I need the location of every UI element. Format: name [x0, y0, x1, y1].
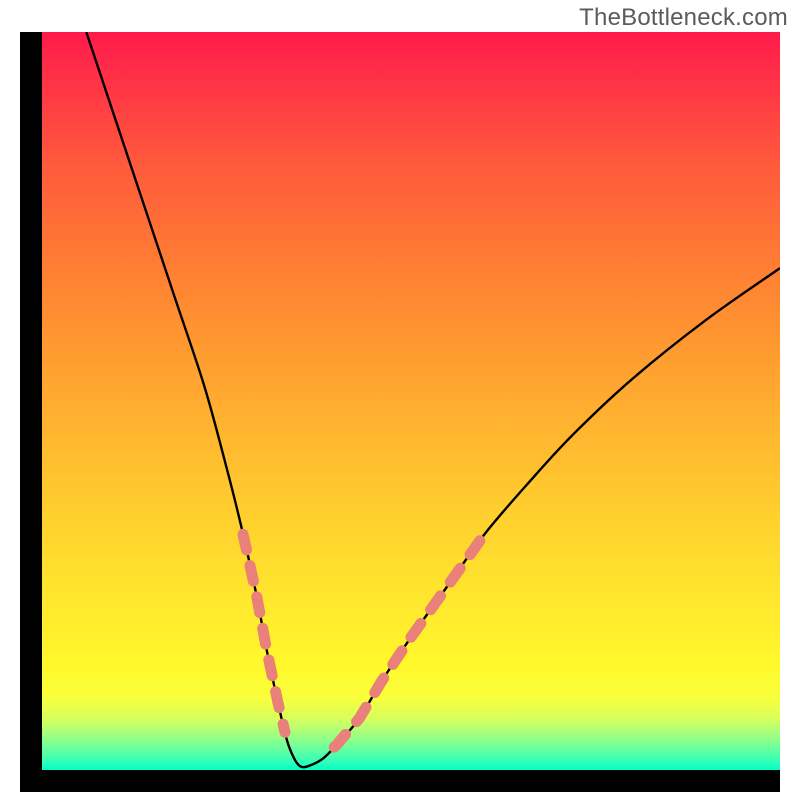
overlay-dot-segment: [269, 660, 272, 676]
overlay-dot-segment: [276, 692, 280, 708]
overlay-dot-segment: [263, 628, 266, 644]
overlay-dot-segment: [257, 597, 260, 613]
overlay-dot-segment: [283, 724, 285, 732]
chart-image: TheBottleneck.com: [0, 0, 800, 800]
overlay-dot-segment: [375, 678, 384, 692]
overlay-dot-segment: [450, 568, 460, 582]
chart-plot-area: [42, 32, 780, 770]
overlay-dot-segment: [357, 707, 366, 721]
overlay-dot-segment: [243, 534, 246, 550]
overlay-dot-segment: [393, 651, 402, 665]
overlay-dot-segment: [470, 541, 480, 555]
overlay-dot-segment: [250, 566, 253, 582]
chart-frame: [20, 32, 780, 792]
overlay-dot-segment: [431, 596, 441, 610]
watermark: TheBottleneck.com: [579, 4, 788, 32]
bottleneck-curve: [86, 32, 780, 767]
chart-curve-svg: [42, 32, 780, 770]
overlay-dot-segment: [411, 623, 421, 637]
overlay-dot-segment: [334, 734, 345, 747]
